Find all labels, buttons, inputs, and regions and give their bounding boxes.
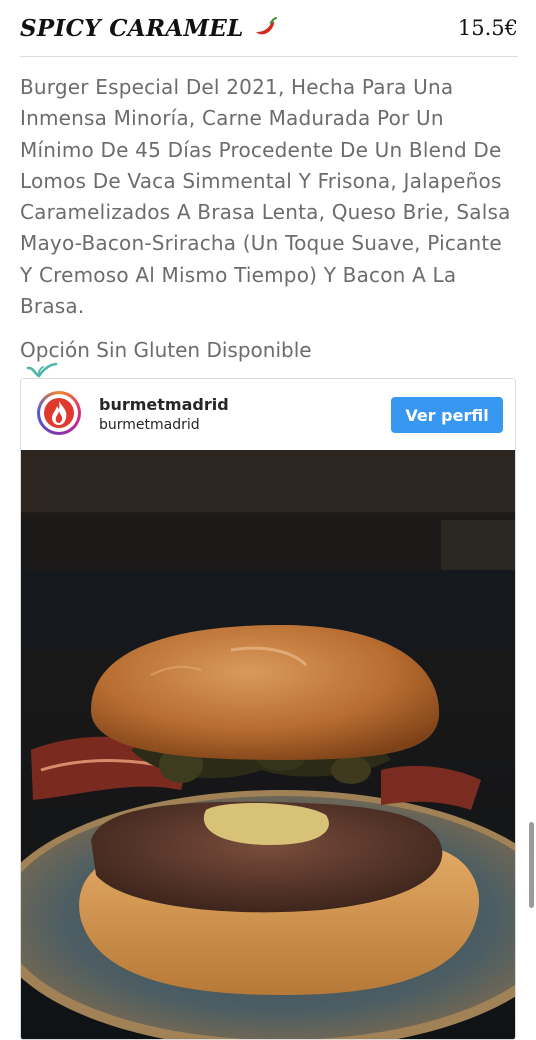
chili-pepper-icon: [255, 17, 277, 35]
menu-item-title: SPICY CARAMEL: [20, 15, 278, 42]
menu-item-header: SPICY CARAMEL 15.5€: [20, 10, 518, 46]
divider: [20, 56, 518, 57]
menu-item-description: Burger Especial Del 2021, Hecha Para Una…: [20, 75, 511, 319]
instagram-username[interactable]: burmetmadrid: [99, 395, 229, 415]
check-mark-icon: [26, 362, 58, 378]
flame-logo-icon: [44, 398, 74, 428]
instagram-header: burmetmadrid burmetmadrid Ver perfil: [21, 379, 515, 450]
menu-item-price: 15.5€: [457, 16, 518, 40]
scrollbar[interactable]: [529, 822, 534, 908]
instagram-user: burmetmadrid burmetmadrid: [99, 395, 229, 435]
gluten-free-note: Opción Sin Gluten Disponible: [20, 338, 312, 362]
avatar[interactable]: [37, 391, 81, 435]
instagram-handle: burmetmadrid: [99, 417, 200, 433]
burger-photo[interactable]: [21, 450, 515, 1040]
view-profile-button[interactable]: Ver perfil: [391, 397, 503, 433]
menu-item-name: SPICY CARAMEL: [20, 14, 244, 42]
instagram-embed: burmetmadrid burmetmadrid Ver perfil: [20, 378, 516, 1040]
